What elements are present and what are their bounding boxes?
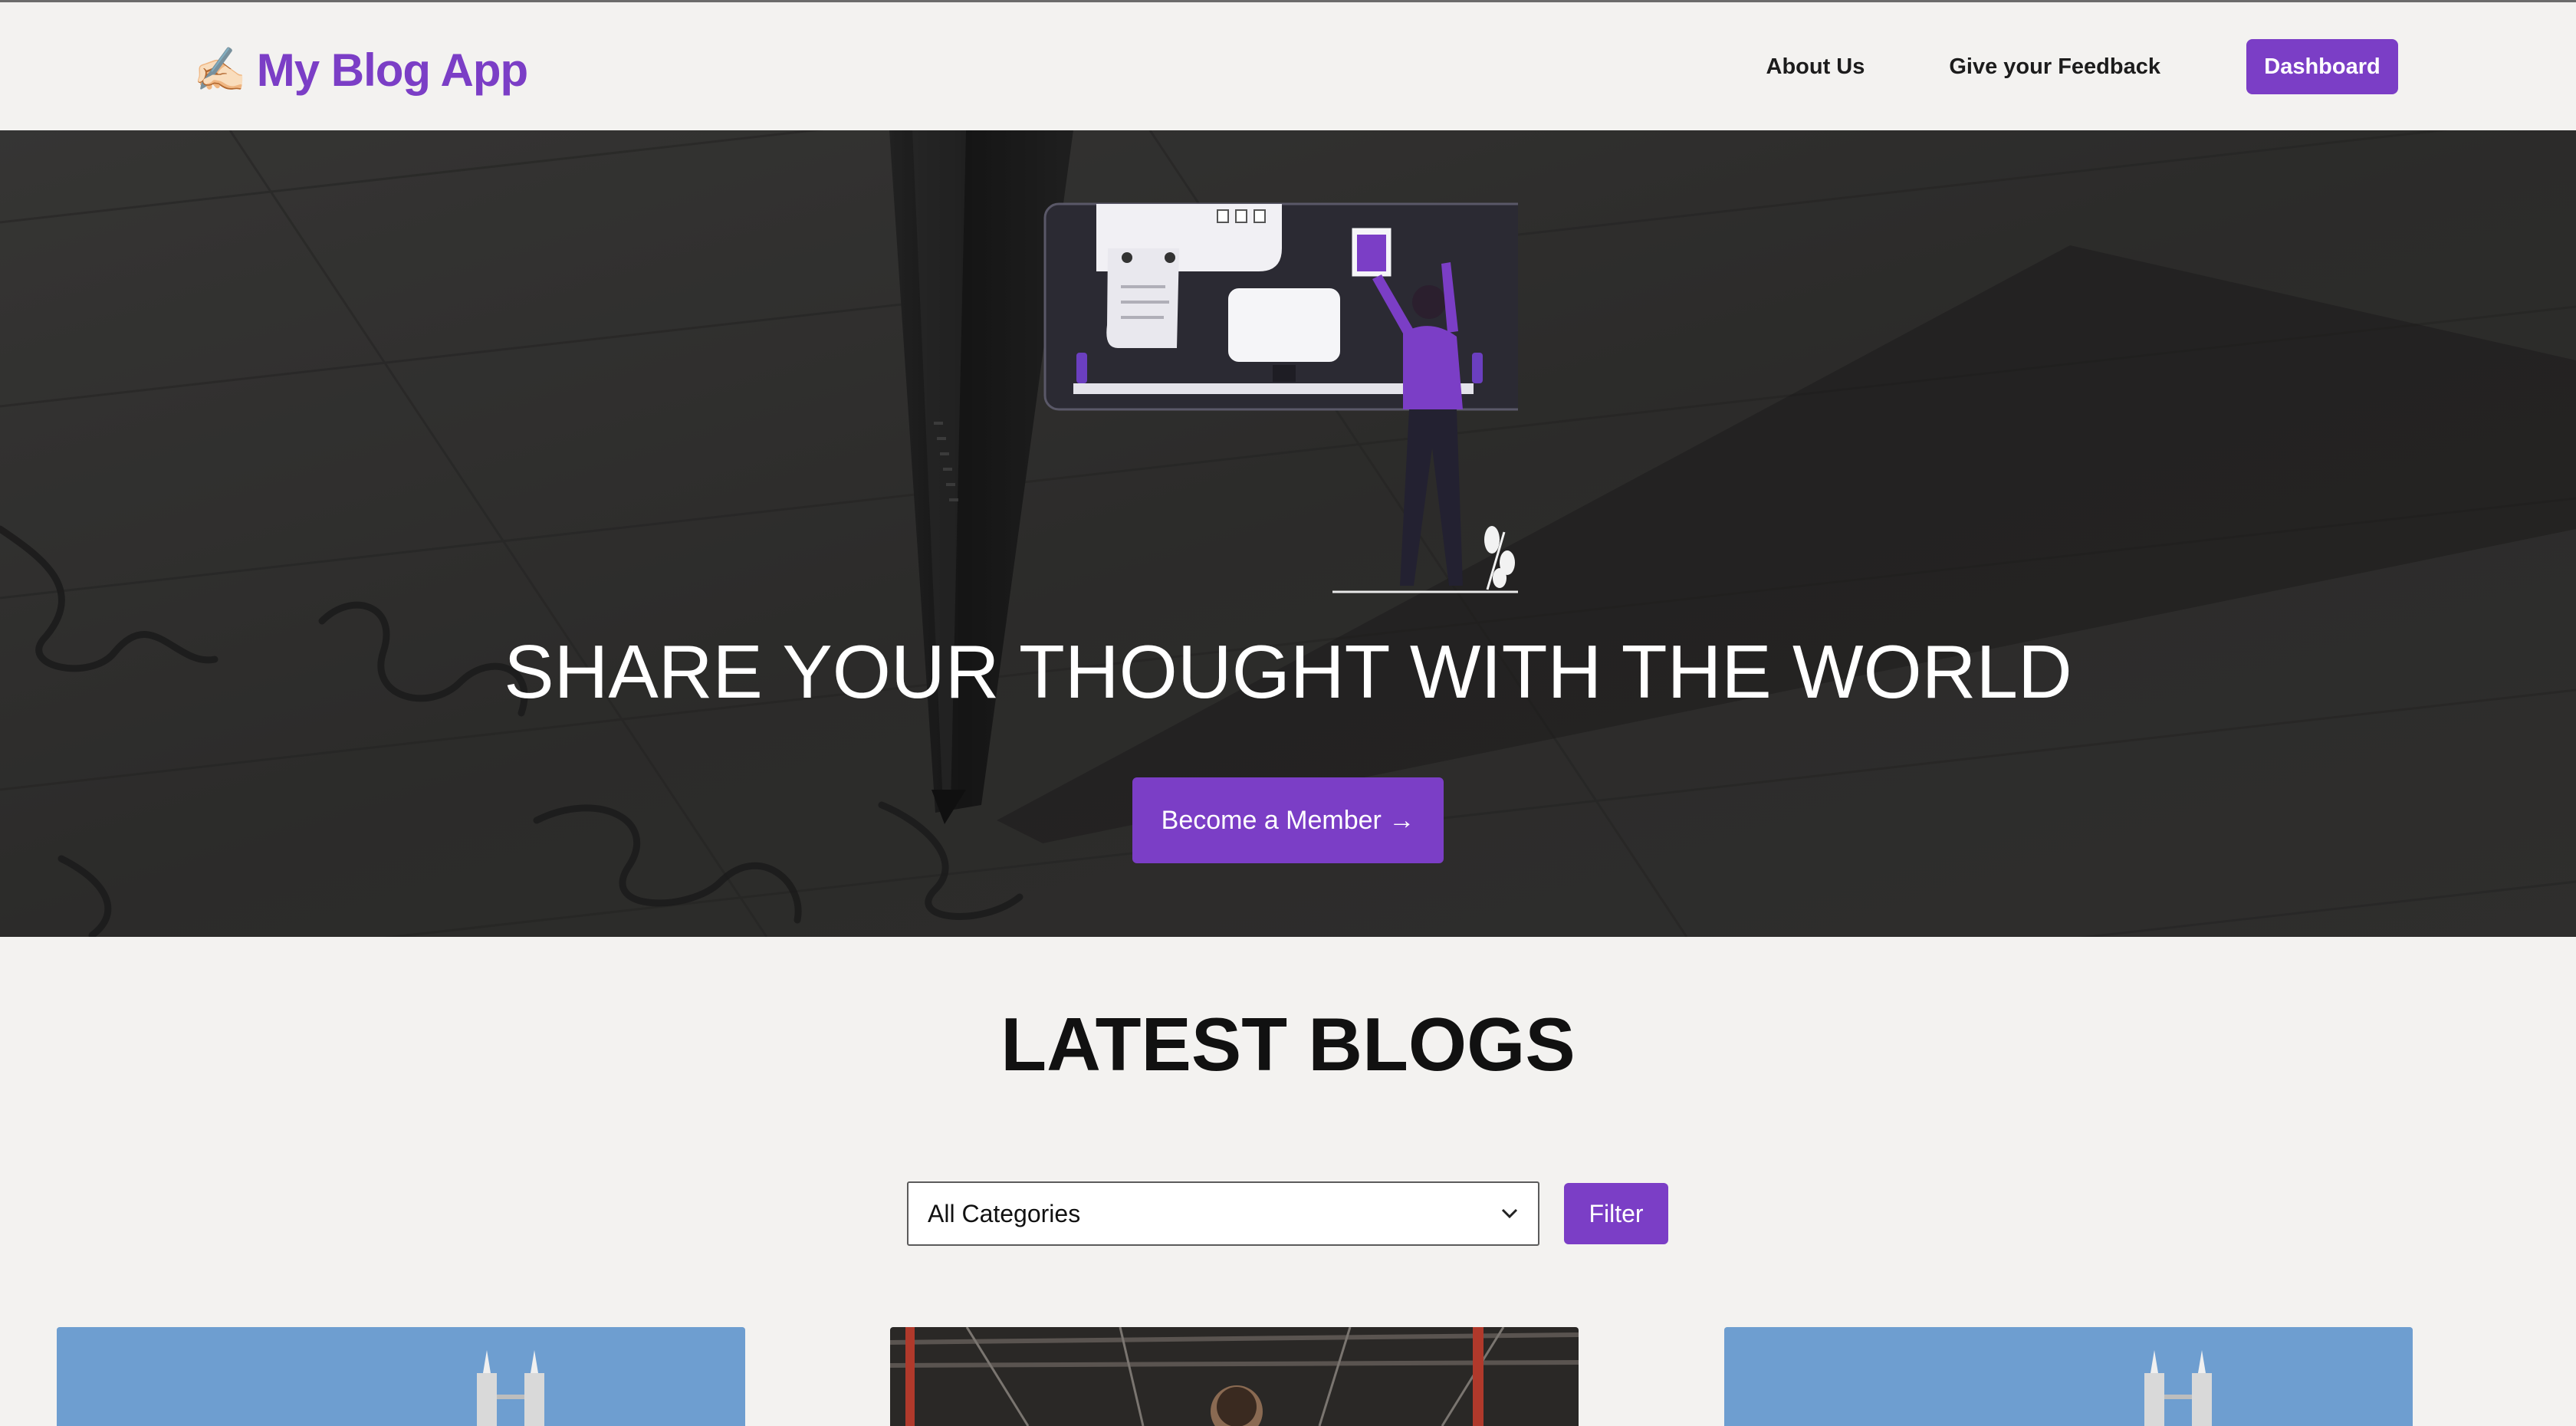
nav-about-us-link[interactable]: About Us [1766, 54, 1865, 80]
category-filter-row: All Categories Filter [907, 1181, 1668, 1246]
filter-button[interactable]: Filter [1564, 1183, 1668, 1244]
blog-card-2[interactable] [890, 1327, 1579, 1426]
city-towers-photo [57, 1327, 745, 1426]
hero-illustration [1043, 202, 1518, 593]
hero-section: SHARE YOUR THOUGHT WITH THE WORLD Become… [0, 130, 2576, 937]
become-member-button[interactable]: Become a Member → [1132, 777, 1444, 863]
dashboard-button[interactable]: Dashboard [2246, 39, 2398, 94]
chevron-down-icon [1501, 1208, 1518, 1219]
brand-name: My Blog App [256, 44, 528, 96]
category-select[interactable]: All Categories [907, 1181, 1539, 1246]
blog-card-3[interactable] [1724, 1327, 2413, 1426]
hero-title: SHARE YOUR THOUGHT WITH THE WORLD [504, 629, 2072, 714]
brand-logo[interactable]: ✍🏻 My Blog App [193, 39, 528, 100]
latest-blogs-title: LATEST BLOGS [1001, 1002, 1576, 1086]
category-select-value: All Categories [928, 1199, 1081, 1227]
city-towers-photo [1724, 1327, 2413, 1426]
writing-hand-icon: ✍🏻 [193, 45, 247, 94]
navbar: ✍🏻 My Blog App About Us Give your Feedba… [0, 2, 2576, 130]
nav-feedback-link[interactable]: Give your Feedback [1949, 54, 2160, 80]
person-in-workshop-photo [890, 1327, 1579, 1426]
nav-links: About Us Give your Feedback Dashboard [1766, 39, 2398, 94]
blog-card-1[interactable] [57, 1327, 745, 1426]
